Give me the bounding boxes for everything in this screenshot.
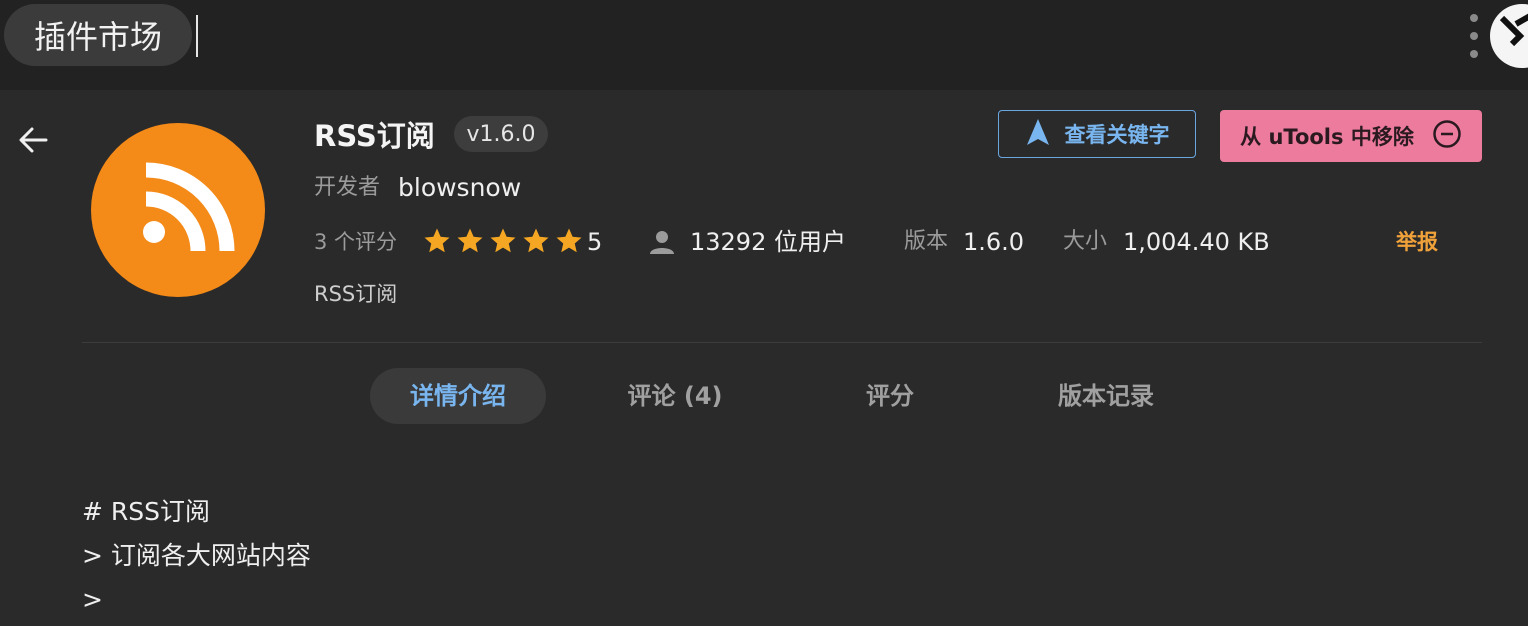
star-icon bbox=[457, 228, 483, 253]
minus-circle-icon bbox=[1432, 119, 1462, 154]
page-title: 插件市场 bbox=[33, 18, 162, 56]
plugin-summary: RSS订阅 bbox=[314, 282, 398, 306]
report-link[interactable]: 举报 bbox=[1396, 222, 1438, 262]
divider bbox=[82, 342, 1482, 343]
navigation-arrow-icon bbox=[1025, 117, 1051, 152]
users-count: 13292 位用户 bbox=[690, 228, 846, 256]
user-icon bbox=[648, 228, 676, 256]
page-title-pill[interactable]: 插件市场 bbox=[4, 4, 192, 66]
utools-logo-icon[interactable] bbox=[1490, 4, 1528, 68]
rss-icon bbox=[91, 123, 265, 297]
star-icon bbox=[523, 228, 549, 253]
top-bar: 插件市场 bbox=[0, 0, 1528, 90]
developer-name[interactable]: blowsnow bbox=[398, 170, 521, 206]
text-cursor bbox=[196, 15, 198, 57]
version-badge: v1.6.0 bbox=[454, 116, 548, 152]
version-value: 1.6.0 bbox=[963, 228, 1025, 256]
rating-count: 3 个评分 bbox=[314, 230, 398, 254]
star-icon bbox=[424, 228, 450, 253]
star-rating bbox=[422, 226, 584, 256]
remove-plugin-button[interactable]: 从 uTools 中移除 bbox=[1220, 110, 1482, 162]
developer-label: 开发者 bbox=[314, 175, 381, 200]
back-arrow-icon[interactable] bbox=[14, 120, 54, 160]
star-icon bbox=[556, 228, 582, 253]
content-quote-empty: > bbox=[82, 585, 103, 614]
tab-rating[interactable]: 评分 bbox=[840, 368, 940, 424]
size-label: 大小 bbox=[1063, 229, 1108, 254]
plugin-name: RSS订阅 bbox=[314, 119, 435, 153]
content-heading: # RSS订阅 bbox=[82, 497, 211, 526]
view-keywords-label: 查看关键字 bbox=[1064, 123, 1170, 147]
version-label: 版本 bbox=[904, 229, 949, 254]
content-quote: > 订阅各大网站内容 bbox=[82, 541, 311, 570]
remove-plugin-label: 从 uTools 中移除 bbox=[1240, 125, 1414, 149]
tab-version-history[interactable]: 版本记录 bbox=[1040, 368, 1172, 424]
star-icon bbox=[490, 228, 516, 253]
rating-score: 5 bbox=[587, 228, 603, 256]
size-value: 1,004.40 KB bbox=[1123, 228, 1270, 256]
vertical-dots-icon[interactable] bbox=[1466, 14, 1482, 58]
view-keywords-button[interactable]: 查看关键字 bbox=[998, 110, 1196, 158]
tab-details[interactable]: 详情介绍 bbox=[370, 368, 546, 424]
tab-comments[interactable]: 评论 (4) bbox=[600, 368, 750, 424]
details-content: # RSS订阅 > 订阅各大网站内容 > bbox=[82, 490, 311, 622]
